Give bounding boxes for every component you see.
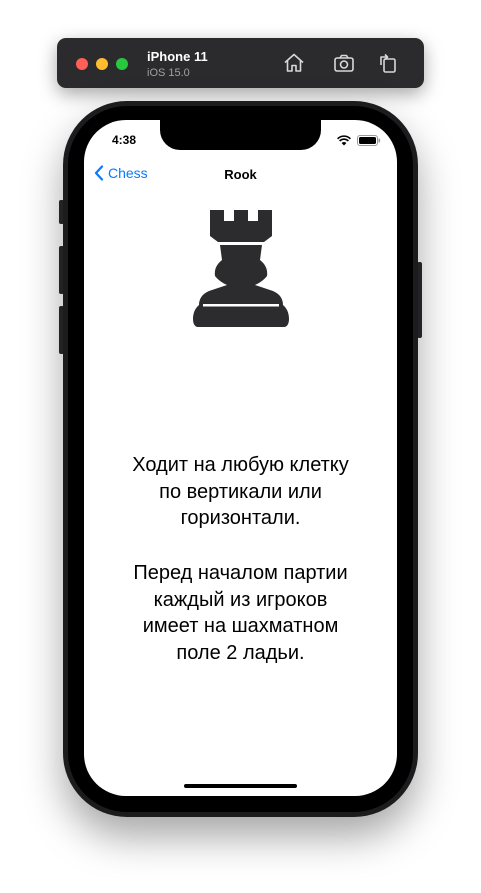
screenshot-button[interactable]: [332, 51, 356, 75]
wifi-icon: [337, 134, 351, 145]
count-description: Перед началом партии каждый из игроков и…: [133, 562, 348, 664]
zoom-window-button[interactable]: [116, 58, 128, 70]
home-indicator[interactable]: [184, 784, 297, 788]
close-window-button[interactable]: [76, 58, 88, 70]
screenshot-icon: [334, 54, 354, 72]
page-title: Rook: [224, 167, 257, 182]
home-icon: [284, 53, 304, 72]
simulator-toolbar: iPhone 11 iOS 15.0: [57, 38, 424, 88]
battery-icon: [357, 134, 381, 146]
device-name: iPhone 11: [147, 49, 208, 64]
rotate-icon: [380, 53, 396, 73]
rook-icon: [193, 210, 289, 327]
home-button[interactable]: [282, 51, 306, 75]
minimize-window-button[interactable]: [96, 58, 108, 70]
status-icons: [337, 134, 381, 146]
rotate-button[interactable]: [376, 51, 400, 75]
movement-description: Ходит на любую клетку по вертикали или г…: [132, 454, 349, 529]
notch: [160, 120, 321, 150]
os-version: iOS 15.0: [147, 67, 190, 79]
phone-screen: 4:38 Chess Rook Ходит на любую клетку по…: [84, 120, 397, 796]
status-time: 4:38: [112, 133, 137, 147]
